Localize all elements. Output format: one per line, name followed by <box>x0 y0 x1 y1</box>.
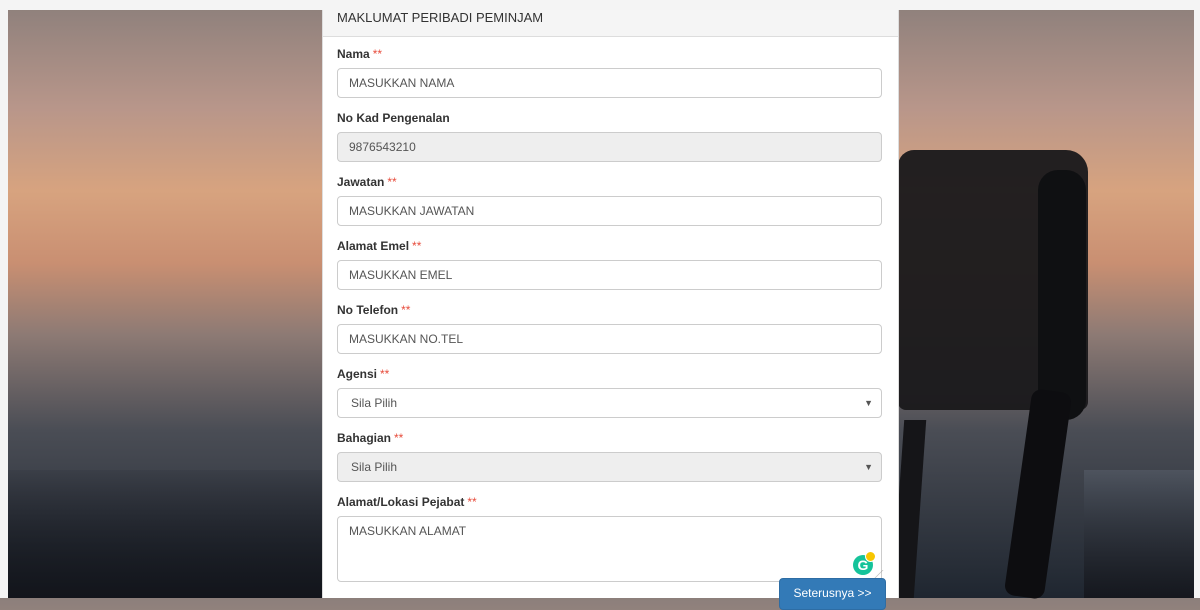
label-agensi-text: Agensi <box>337 367 378 381</box>
label-telefon-text: No Telefon <box>337 303 399 317</box>
label-no-kp: No Kad Pengenalan <box>337 111 884 125</box>
section-title: MAKLUMAT PERIBADI PEMINJAM <box>337 10 544 25</box>
label-jawatan: Jawatan ** <box>337 175 884 189</box>
background-horizon-left <box>8 470 322 598</box>
label-telefon: No Telefon ** <box>337 303 884 317</box>
field-group-alamat: Alamat/Lokasi Pejabat ** MASUKKAN ALAMAT … <box>337 495 884 582</box>
required-marker: ** <box>394 431 404 445</box>
required-marker: ** <box>387 175 397 189</box>
nama-placeholder: MASUKKAN NAMA <box>349 76 455 90</box>
background-camera-grip <box>1038 170 1086 420</box>
label-nama-text: Nama <box>337 47 370 61</box>
label-nama: Nama ** <box>337 47 884 61</box>
telefon-placeholder: MASUKKAN NO.TEL <box>349 332 464 346</box>
field-group-no-kp: No Kad Pengenalan 9876543210 <box>337 111 884 162</box>
emel-input[interactable]: MASUKKAN EMEL <box>337 260 882 290</box>
telefon-input[interactable]: MASUKKAN NO.TEL <box>337 324 882 354</box>
field-group-bahagian: Bahagian ** Sila Pilih ▼ <box>337 431 884 482</box>
label-bahagian-text: Bahagian <box>337 431 392 445</box>
alamat-placeholder: MASUKKAN ALAMAT <box>349 524 467 538</box>
top-bar <box>0 0 1200 10</box>
agensi-selected-value: Sila Pilih <box>351 396 398 410</box>
panel-heading: MAKLUMAT PERIBADI PEMINJAM <box>323 10 898 37</box>
required-marker: ** <box>380 367 390 381</box>
right-strip <box>1194 10 1200 598</box>
jawatan-placeholder: MASUKKAN JAWATAN <box>349 204 475 218</box>
grammarly-icon[interactable]: G <box>853 551 876 575</box>
caret-down-icon: ▼ <box>864 398 873 408</box>
background-horizon-right <box>1084 470 1194 598</box>
left-strip <box>0 10 8 598</box>
jawatan-input[interactable]: MASUKKAN JAWATAN <box>337 196 882 226</box>
label-agensi: Agensi ** <box>337 367 884 381</box>
field-group-agensi: Agensi ** Sila Pilih ▼ <box>337 367 884 418</box>
required-marker: ** <box>372 47 383 61</box>
next-button[interactable]: Seterusnya >> <box>779 578 886 610</box>
alamat-textarea[interactable]: MASUKKAN ALAMAT G <box>337 516 884 582</box>
label-alamat-text: Alamat/Lokasi Pejabat <box>337 495 465 509</box>
field-group-telefon: No Telefon ** MASUKKAN NO.TEL <box>337 303 884 354</box>
no-kp-input: 9876543210 <box>337 132 882 162</box>
bahagian-selected-value: Sila Pilih <box>351 460 398 474</box>
nama-input[interactable]: MASUKKAN NAMA <box>337 68 882 98</box>
required-marker: ** <box>401 303 411 317</box>
label-alamat: Alamat/Lokasi Pejabat ** <box>337 495 884 509</box>
grammarly-alert-dot <box>865 551 876 562</box>
emel-placeholder: MASUKKAN EMEL <box>349 268 453 282</box>
label-bahagian: Bahagian ** <box>337 431 884 445</box>
borrower-info-panel: MAKLUMAT PERIBADI PEMINJAM Nama ** MASUKK… <box>322 10 899 610</box>
label-emel-text: Alamat Emel <box>337 239 410 253</box>
caret-down-icon: ▼ <box>864 462 873 472</box>
field-group-nama: Nama ** MASUKKAN NAMA <box>337 47 884 98</box>
agensi-select[interactable]: Sila Pilih ▼ <box>337 388 882 418</box>
field-group-emel: Alamat Emel ** MASUKKAN EMEL <box>337 239 884 290</box>
label-no-kp-text: No Kad Pengenalan <box>337 111 450 125</box>
background-camera-strap-right <box>1003 388 1073 600</box>
bahagian-select: Sila Pilih ▼ <box>337 452 882 482</box>
required-marker: ** <box>412 239 422 253</box>
required-marker: ** <box>467 495 477 509</box>
no-kp-value: 9876543210 <box>349 140 416 154</box>
label-jawatan-text: Jawatan <box>337 175 385 189</box>
label-emel: Alamat Emel ** <box>337 239 884 253</box>
borrower-form: Nama ** MASUKKAN NAMA No Kad Pengenalan 9… <box>323 37 898 582</box>
field-group-jawatan: Jawatan ** MASUKKAN JAWATAN <box>337 175 884 226</box>
